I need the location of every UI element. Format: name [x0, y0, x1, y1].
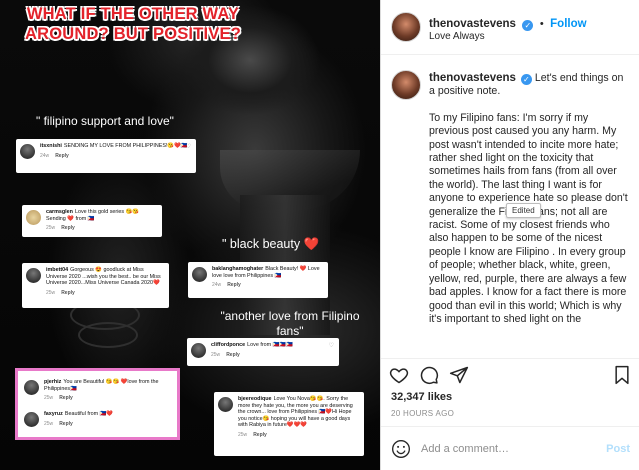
avatar [24, 412, 39, 427]
avatar [192, 267, 207, 282]
comment-user: faxyruz [44, 411, 63, 417]
comment-input[interactable] [421, 439, 591, 459]
comment-meta: 24w Reply [40, 152, 69, 159]
heart-icon: ♡ [328, 343, 334, 349]
comment-user: baklanghamoghater [212, 266, 264, 272]
action-bar [381, 363, 639, 389]
comment-meta: 25w Reply [46, 225, 75, 232]
avatar[interactable] [391, 12, 421, 42]
comment-meta: 25w Reply [211, 351, 240, 358]
comment-card: itsxnishi SENDING MY LOVE FROM PHILIPPINE… [16, 139, 196, 173]
edited-tooltip: Edited [506, 203, 541, 218]
highlight-box: pjerhiz You are Beautiful 😘😘 ❤️love from … [15, 368, 180, 440]
post-header: thenovastevens ✓ • Follow Love Always [381, 0, 639, 55]
location-link[interactable]: Love Always [429, 31, 485, 42]
comment-card: faxyruz Beautiful from 🇵🇭❤️ 25w Reply [20, 407, 175, 435]
image-headline: WHAT IF THE OTHER WAY AROUND? BUT POSITI… [25, 5, 241, 43]
comment-meta: 25w Reply [238, 431, 267, 438]
avatar [191, 343, 206, 358]
comment-card: pjerhiz You are Beautiful 😘😘 ❤️love from … [20, 375, 175, 403]
comment-meta: 25w Reply [46, 289, 75, 296]
add-comment-bar: Post [381, 426, 639, 470]
separator-dot: • [539, 18, 544, 30]
heart-icon: ♡ [185, 144, 191, 150]
avatar[interactable] [391, 70, 421, 100]
avatar [218, 397, 233, 412]
avatar [26, 268, 41, 283]
likes-count[interactable]: 32,347 likes [391, 391, 452, 403]
comment-meta: 25w Reply [44, 420, 73, 427]
emoji-icon[interactable] [391, 439, 411, 464]
comment-text: Beautiful from 🇵🇭❤️ [64, 411, 114, 417]
post-timestamp[interactable]: 20 HOURS AGO [391, 409, 454, 418]
comment-user: imbett04 [46, 267, 69, 273]
comment-card: baklanghamoghater Black Beauty! ❤️ Love l… [188, 262, 328, 298]
post-button[interactable]: Post [606, 443, 630, 455]
comment-user: pjerhiz [44, 379, 62, 385]
comment-user: bjeereodique [238, 396, 272, 402]
comment-text: Love from 🇵🇭🇵🇭🇵🇭 [247, 342, 293, 348]
bookmark-icon[interactable] [612, 365, 632, 390]
comment-card: imbett04 Gorgeous 😍 goodluck at Miss Univ… [22, 263, 169, 308]
username-link[interactable]: thenovastevens [429, 18, 516, 30]
caption-paragraph: To my Filipino fans: I'm sorry if my pre… [429, 111, 628, 325]
caption-scroll-area[interactable]: thenovastevens ✓ Let's end things on a p… [381, 56, 639, 359]
caption-username-link[interactable]: thenovastevens [429, 72, 516, 84]
comment-icon[interactable] [419, 365, 439, 390]
share-icon[interactable] [449, 365, 469, 390]
caption-paragraph: thenovastevens ✓ Let's end things on a p… [429, 72, 629, 99]
comment-text: You are Beautiful 😘😘 ❤️love from the Phi… [44, 379, 159, 392]
comment-text: SENDING MY LOVE FROM PHILIPPINES!😘❤️🇵🇭 [63, 143, 188, 149]
post-sidebar: thenovastevens ✓ • Follow Love Always th… [380, 0, 639, 470]
caption-filipino-support: " filipino support and love" [36, 114, 174, 128]
avatar [24, 380, 39, 395]
comment-user: cliffordponce [211, 342, 246, 348]
comment-card: carmsglen Love this gold series 😘😘 Sendin… [22, 205, 162, 237]
caption-black-beauty: " black beauty ❤️ [222, 237, 319, 252]
comment-user: itsxnishi [40, 143, 62, 149]
heart-icon[interactable] [389, 365, 409, 390]
caption-another-love: "another love from Filipino fans" [220, 309, 360, 338]
comment-meta: 25w Reply [44, 395, 73, 402]
ring-shape [78, 322, 138, 348]
comment-meta: 24w Reply [212, 282, 241, 289]
avatar [20, 144, 35, 159]
avatar [26, 210, 41, 225]
verified-icon: ✓ [520, 74, 532, 85]
follow-button[interactable]: Follow [550, 18, 586, 30]
verified-icon: ✓ [522, 20, 534, 31]
comment-card: bjeereodique Love You Nova😘😘. Sorry the m… [214, 392, 364, 456]
post-media[interactable]: WHAT IF THE OTHER WAY AROUND? BUT POSITI… [0, 0, 380, 470]
comment-user: carmsglen [46, 209, 73, 215]
header-line: thenovastevens ✓ • Follow [429, 14, 587, 32]
heart-emoji: ❤️ [303, 237, 320, 251]
comment-card: cliffordponce Love from 🇵🇭🇵🇭🇵🇭 25w Reply ♡ [187, 338, 339, 366]
caption-black-beauty-text: " black beauty [222, 237, 301, 251]
